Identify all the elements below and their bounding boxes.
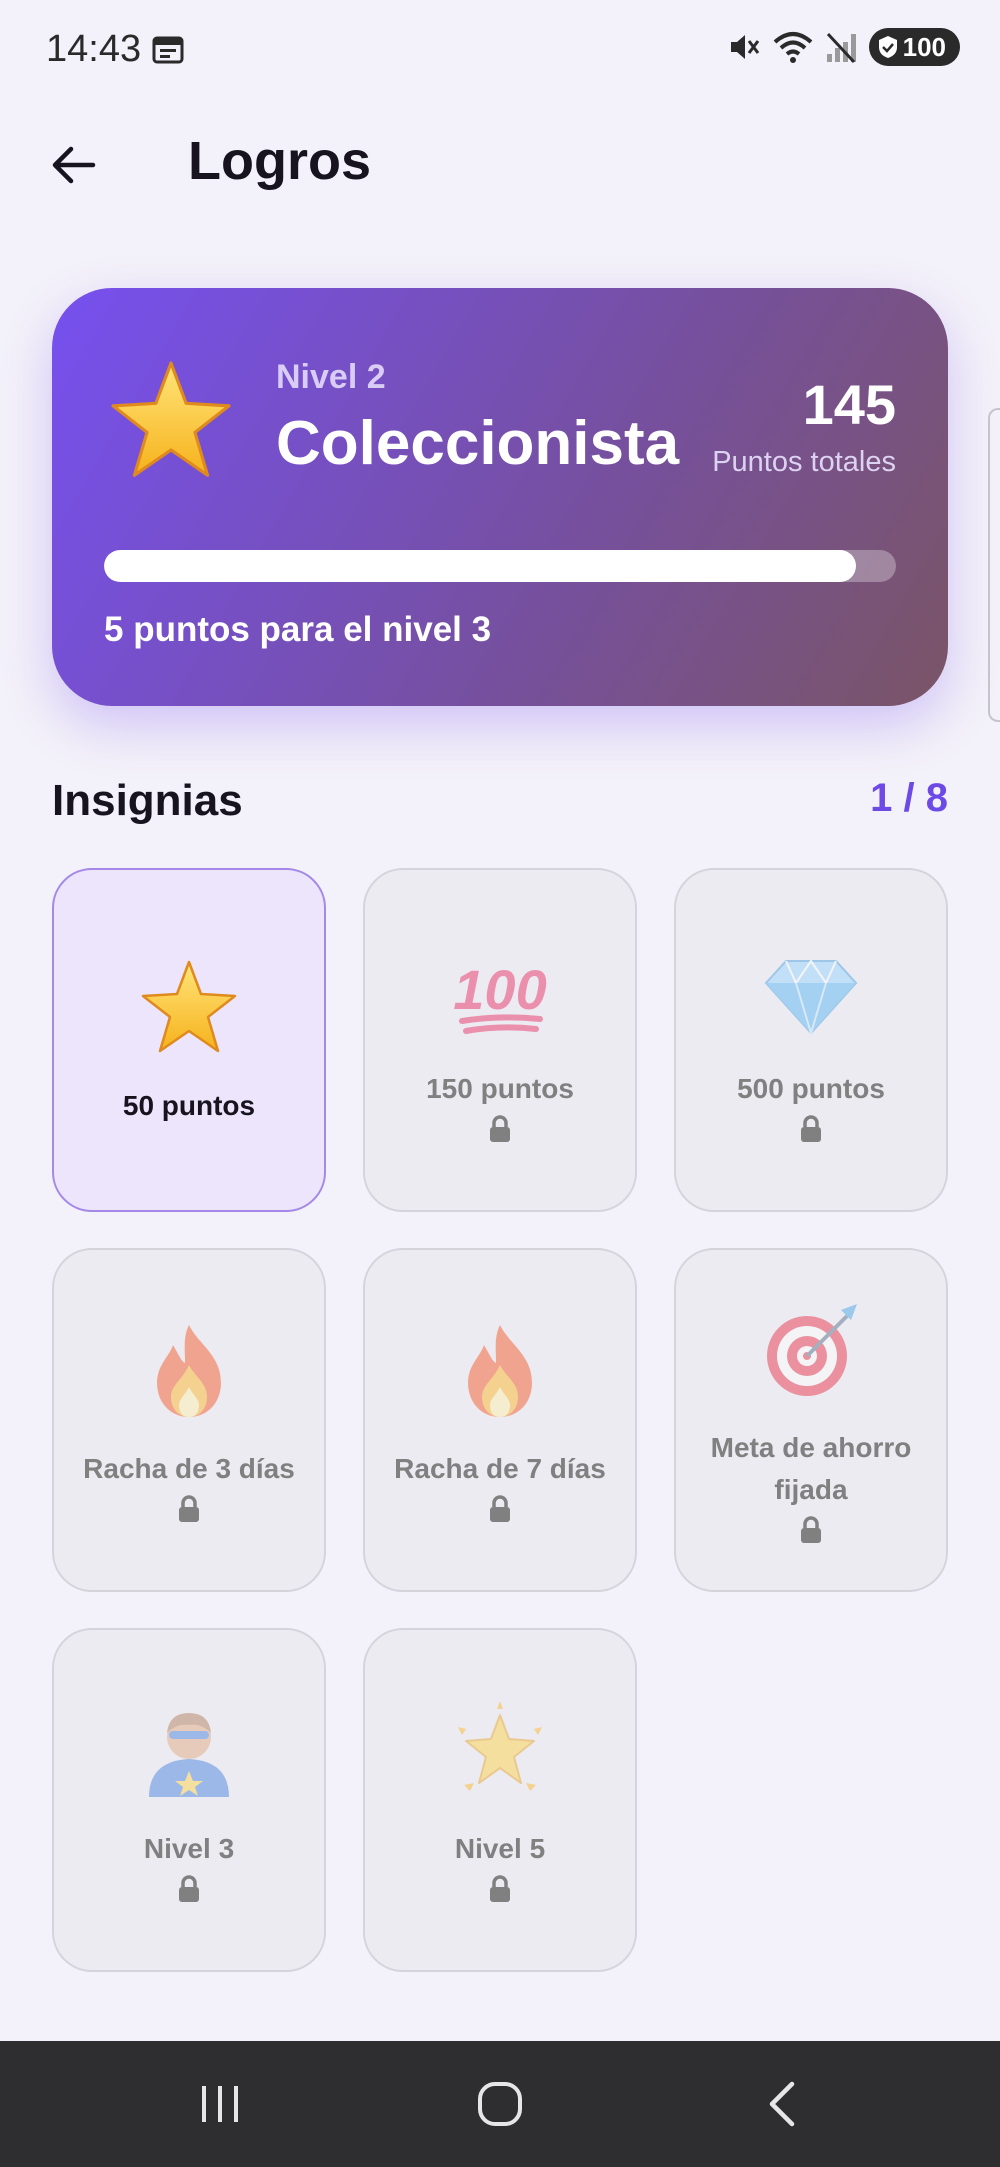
- badge-nivel-3[interactable]: Nivel 3: [52, 1628, 326, 1972]
- system-nav-bar: [0, 2041, 1000, 2167]
- scroll-indicator: [988, 408, 1000, 722]
- arrow-left-icon: [52, 146, 96, 184]
- home-button[interactable]: [460, 2069, 540, 2139]
- badge-label: 500 puntos: [737, 1073, 885, 1104]
- lock-icon: [487, 1874, 513, 1904]
- glowing-star-icon: [445, 1696, 555, 1806]
- badge-label: Nivel 5: [454, 1833, 546, 1864]
- badge-label: Meta de ahorro fijada: [710, 1432, 912, 1505]
- recents-button[interactable]: [180, 2069, 260, 2139]
- level-name: Coleccionista: [276, 409, 680, 478]
- superhero-icon: [134, 1696, 244, 1806]
- recents-icon: [202, 2086, 238, 2122]
- badges-count: 1 / 8: [870, 776, 948, 820]
- hundred-points-icon: 100: [445, 936, 555, 1046]
- status-time: 14:43: [46, 28, 142, 70]
- home-icon: [478, 2082, 522, 2126]
- badge-500-puntos[interactable]: 500 puntos: [674, 868, 948, 1212]
- badges-section-title: Insignias: [52, 776, 243, 825]
- diamond-icon: [756, 936, 866, 1046]
- battery-indicator: 100: [868, 28, 960, 66]
- app-bar: Logros: [0, 110, 1000, 210]
- back-icon: [769, 2081, 795, 2127]
- badge-nivel-5[interactable]: Nivel 5: [363, 1628, 637, 1972]
- svg-text:100: 100: [453, 958, 546, 1021]
- lock-icon: [487, 1494, 513, 1524]
- target-icon: [756, 1295, 866, 1405]
- level-card: Nivel 2 Coleccionista 145 Puntos totales…: [52, 288, 948, 706]
- level-progress-text: 5 puntos para el nivel 3: [104, 610, 492, 649]
- lock-icon: [798, 1114, 824, 1144]
- mute-icon: [730, 35, 759, 59]
- shield-icon: [878, 36, 897, 58]
- back-nav-button[interactable]: [742, 2069, 822, 2139]
- badge-label: Nivel 3: [143, 1833, 235, 1864]
- badge-racha-7-dias[interactable]: Racha de 7 días: [363, 1248, 637, 1592]
- battery-level: 100: [902, 31, 946, 62]
- calendar-icon: [152, 36, 184, 64]
- badge-label: Racha de 7 días: [394, 1453, 606, 1484]
- badge-label: 150 puntos: [426, 1073, 574, 1104]
- lock-icon: [176, 1494, 202, 1524]
- badge-meta-ahorro[interactable]: Meta de ahorro fijada: [674, 1248, 948, 1592]
- wifi-icon: [773, 32, 812, 63]
- star-icon: [134, 953, 244, 1063]
- level-label: Nivel 2: [276, 358, 386, 396]
- no-signal-icon: [826, 32, 856, 64]
- badge-150-puntos[interactable]: 100 150 puntos: [363, 868, 637, 1212]
- fire-icon: [445, 1316, 555, 1426]
- fire-icon: [134, 1316, 244, 1426]
- badge-label: 50 puntos: [122, 1090, 256, 1121]
- star-icon: [111, 361, 231, 477]
- level-progress-fill: [104, 550, 857, 582]
- badge-label: Racha de 3 días: [83, 1453, 295, 1484]
- status-bar: 14:43 100: [0, 0, 1000, 100]
- total-points-label: Puntos totales: [712, 446, 896, 478]
- badge-racha-3-dias[interactable]: Racha de 3 días: [52, 1248, 326, 1592]
- back-button[interactable]: [38, 130, 108, 200]
- badge-50-puntos[interactable]: 50 puntos: [52, 868, 326, 1212]
- lock-icon: [487, 1114, 513, 1144]
- lock-icon: [798, 1515, 824, 1545]
- total-points-value: 145: [802, 373, 896, 436]
- lock-icon: [176, 1874, 202, 1904]
- level-progress-bar: [104, 550, 896, 582]
- page-title: Logros: [188, 131, 371, 191]
